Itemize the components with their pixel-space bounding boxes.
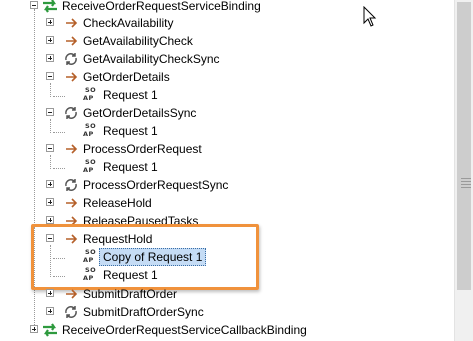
tree-node-binding[interactable]: ReceiveOrderRequestServiceBinding	[0, 0, 454, 15]
tree-node-label: GetOrderDetails	[83, 70, 170, 84]
cycle-icon	[65, 306, 77, 318]
tree-node-operation[interactable]: ProcessOrderRequest	[0, 140, 454, 158]
cycle-icon	[65, 179, 77, 191]
highlight-box	[31, 224, 259, 290]
tree-node-operation[interactable]: GetOrderDetails	[0, 68, 454, 86]
tree-node-label: Request 1	[103, 160, 158, 174]
collapse-toggle[interactable]	[46, 144, 54, 152]
tree-node-request[interactable]: SO AP Request 1	[0, 86, 454, 104]
tree-node-label: ReceiveOrderRequestServiceBinding	[62, 0, 261, 13]
tree-node-label: CheckAvailability	[83, 16, 174, 30]
soap-icon: SO AP	[83, 122, 97, 138]
tree-node-label: ProcessOrderRequestSync	[83, 178, 229, 192]
tree-node-label: GetAvailabilityCheckSync	[83, 52, 220, 66]
tree-node-operation[interactable]: SubmitDraftOrderSync	[0, 303, 454, 321]
tree-node-operation[interactable]: GetOrderDetailsSync	[0, 104, 454, 122]
soap-icon: SO AP	[83, 86, 97, 102]
tree-node-label: ReceiveOrderRequestServiceCallbackBindin…	[62, 323, 307, 337]
tree-node-operation[interactable]: GetAvailabilityCheckSync	[0, 50, 454, 68]
project-tree: ReceiveOrderRequestServiceBinding CheckA…	[0, 0, 454, 341]
expand-toggle[interactable]	[46, 216, 54, 224]
tree-node-label: Request 1	[103, 124, 158, 138]
expand-toggle[interactable]	[46, 289, 54, 297]
expand-toggle[interactable]	[46, 198, 54, 206]
tree-node-label: GetOrderDetailsSync	[83, 106, 197, 120]
vertical-scrollbar[interactable]	[454, 0, 473, 341]
tree-node-label: ProcessOrderRequest	[83, 142, 202, 156]
tree-node-operation[interactable]: SubmitDraftOrder	[0, 285, 454, 303]
tree-node-label: ReleaseHold	[83, 196, 152, 210]
scrollbar-thumb[interactable]	[457, 2, 471, 290]
expand-toggle[interactable]	[46, 180, 54, 188]
arrow-right-icon	[66, 36, 78, 46]
scrollbar-grip-icon	[461, 178, 471, 188]
binding-icon	[43, 0, 57, 13]
tree-node-operation[interactable]: ReleaseHold	[0, 194, 454, 212]
arrow-right-icon	[66, 144, 78, 154]
tree-node-label: GetAvailabilityCheck	[83, 34, 193, 48]
expand-toggle[interactable]	[46, 36, 54, 44]
tree-node-operation[interactable]: ProcessOrderRequestSync	[0, 176, 454, 194]
mouse-cursor-icon	[363, 6, 377, 27]
tree-node-operation[interactable]: GetAvailabilityCheck	[0, 32, 454, 50]
collapse-toggle[interactable]	[46, 72, 54, 80]
expand-toggle[interactable]	[46, 307, 54, 315]
tree-node-label: SubmitDraftOrder	[83, 287, 178, 301]
arrow-right-icon	[66, 198, 78, 208]
collapse-toggle[interactable]	[46, 108, 54, 116]
tree-node-label: Request 1	[103, 88, 158, 102]
expand-toggle[interactable]	[30, 325, 38, 333]
tree-node-request[interactable]: SO AP Request 1	[0, 122, 454, 140]
cycle-icon	[65, 53, 77, 65]
binding-icon	[43, 323, 57, 337]
arrow-right-icon	[66, 72, 78, 82]
expand-toggle[interactable]	[46, 54, 54, 62]
tree-node-binding[interactable]: ReceiveOrderRequestServiceCallbackBindin…	[0, 321, 454, 339]
tree-node-request[interactable]: SO AP Request 1	[0, 158, 454, 176]
arrow-right-icon	[66, 289, 78, 299]
soap-icon: SO AP	[83, 158, 97, 174]
collapse-toggle[interactable]	[30, 1, 38, 9]
tree-node-label: SubmitDraftOrderSync	[83, 305, 204, 319]
arrow-right-icon	[66, 18, 78, 28]
expand-toggle[interactable]	[46, 18, 54, 26]
cycle-icon	[65, 107, 77, 119]
tree-node-operation[interactable]: CheckAvailability	[0, 14, 454, 32]
